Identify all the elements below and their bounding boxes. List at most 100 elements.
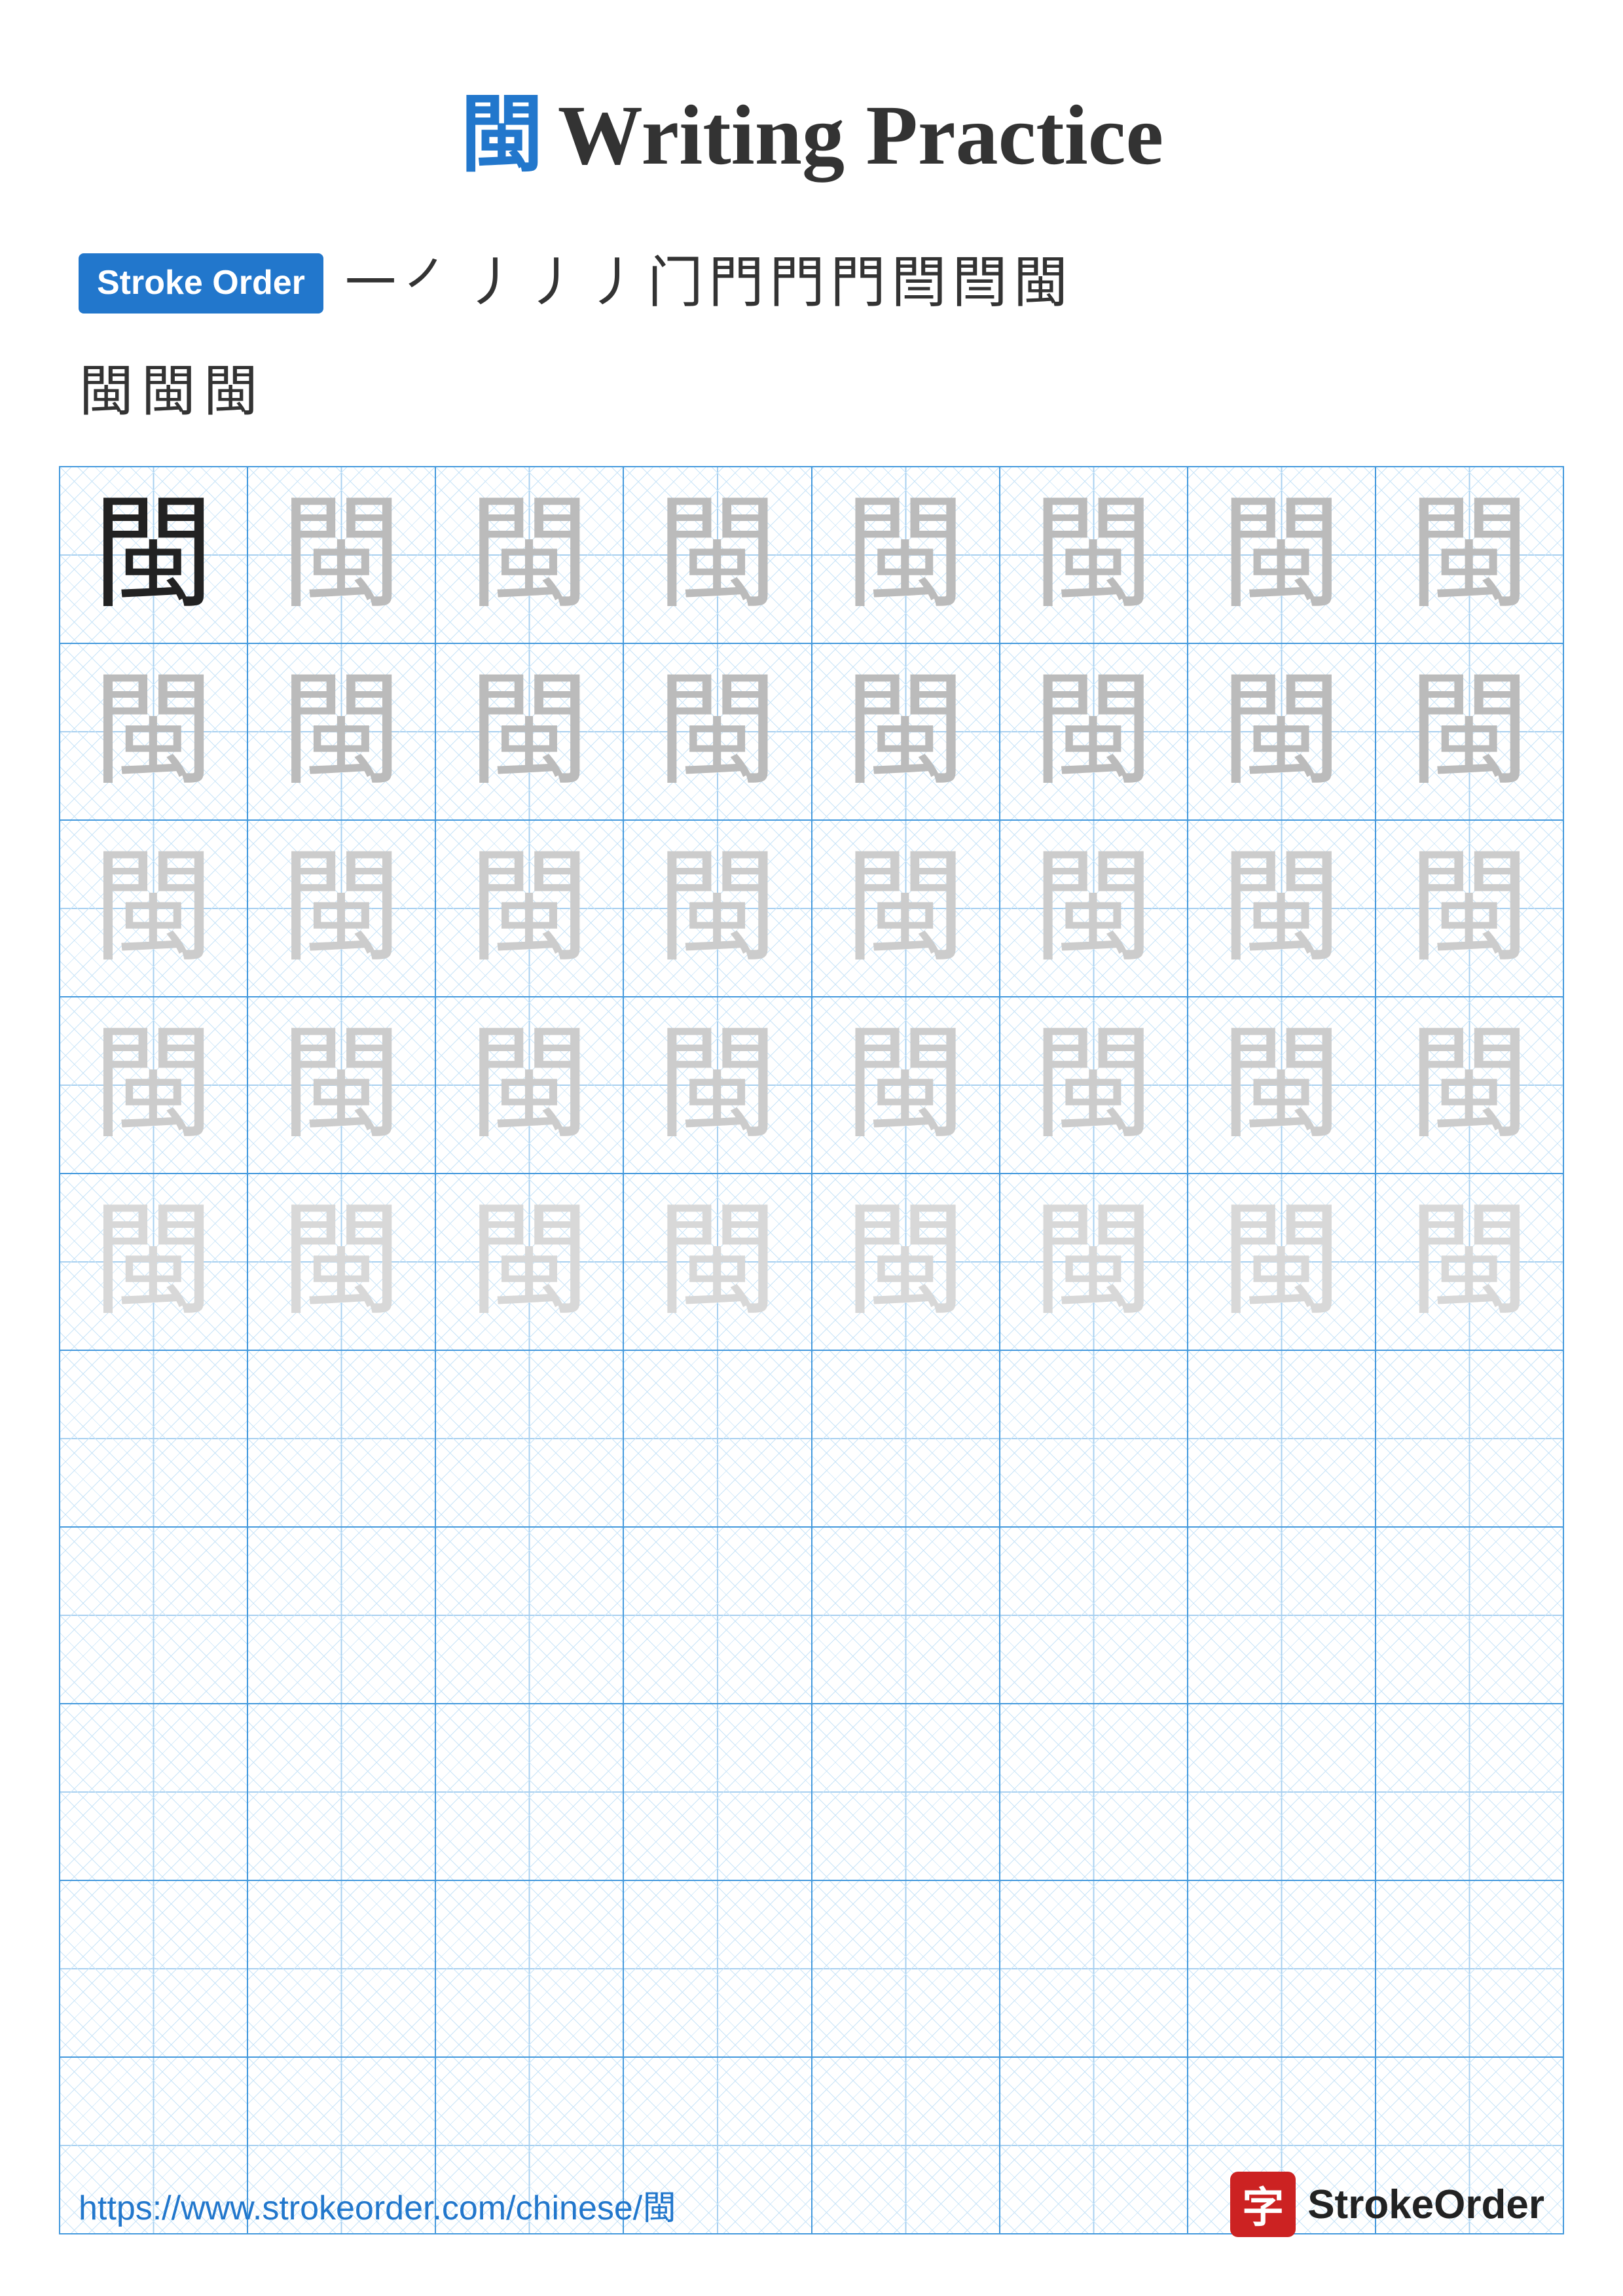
grid-cell[interactable]: 閩: [1188, 643, 1376, 820]
grid-cell[interactable]: 閩: [1188, 820, 1376, 997]
practice-char: 閩: [60, 1174, 247, 1350]
footer-url[interactable]: https://www.strokeorder.com/chinese/閩: [79, 2180, 676, 2229]
grid-cell[interactable]: [247, 1880, 435, 2057]
practice-grid-container: 閩 閩 閩 閩 閩 閩 閩 閩 閩: [0, 466, 1623, 2234]
grid-cell[interactable]: 閩: [1000, 467, 1188, 643]
grid-cell[interactable]: 閩: [1188, 467, 1376, 643]
grid-cell[interactable]: 閩: [623, 997, 811, 1174]
table-row: [60, 1704, 1563, 1880]
practice-char: 閩: [436, 1174, 623, 1350]
grid-cell[interactable]: [435, 1704, 623, 1880]
stroke-chars-row2: 閩 閩 閩: [0, 346, 1623, 453]
grid-cell[interactable]: [60, 1527, 247, 1704]
grid-cell[interactable]: [435, 1880, 623, 2057]
practice-char: 閩: [624, 821, 811, 996]
practice-char: 閩: [1188, 467, 1375, 643]
grid-cell[interactable]: 閩: [60, 1174, 247, 1350]
stroke-chars-row1: ㇐ ㇒ ㇓ ㇓ ㇓ 门 門 門 門 閆 閆 閩: [343, 247, 1068, 320]
grid-cell[interactable]: [60, 1880, 247, 2057]
grid-cell[interactable]: [1376, 1880, 1563, 2057]
footer-brand: 字 StrokeOrder: [1230, 2172, 1544, 2237]
grid-cell[interactable]: [623, 1527, 811, 1704]
table-row: 閩 閩 閩 閩 閩 閩 閩 閩: [60, 997, 1563, 1174]
practice-char: 閩: [60, 467, 247, 643]
grid-cell[interactable]: 閩: [812, 643, 1000, 820]
grid-cell[interactable]: 閩: [435, 467, 623, 643]
grid-cell[interactable]: [623, 1350, 811, 1527]
grid-cell[interactable]: 閩: [247, 997, 435, 1174]
grid-cell[interactable]: 閩: [247, 820, 435, 997]
grid-cell[interactable]: [60, 1704, 247, 1880]
grid-cell[interactable]: [812, 1880, 1000, 2057]
grid-cell[interactable]: 閩: [623, 820, 811, 997]
grid-cell[interactable]: [1188, 1527, 1376, 1704]
grid-cell[interactable]: [1000, 1527, 1188, 1704]
grid-cell[interactable]: 閩: [623, 643, 811, 820]
grid-cell[interactable]: 閩: [1000, 997, 1188, 1174]
grid-cell[interactable]: 閩: [1376, 467, 1563, 643]
grid-cell[interactable]: 閩: [812, 820, 1000, 997]
grid-cell[interactable]: [1188, 1350, 1376, 1527]
table-row: [60, 1527, 1563, 1704]
practice-char: 閩: [1000, 1174, 1187, 1350]
grid-cell[interactable]: 閩: [1000, 643, 1188, 820]
grid-cell[interactable]: 閩: [812, 467, 1000, 643]
grid-cell[interactable]: 閩: [1376, 1174, 1563, 1350]
practice-char: 閩: [248, 644, 435, 819]
grid-cell[interactable]: [1188, 1880, 1376, 2057]
practice-char: 閩: [624, 1174, 811, 1350]
grid-cell[interactable]: 閩: [1188, 1174, 1376, 1350]
title-text: Writing Practice: [558, 88, 1163, 183]
grid-cell[interactable]: [60, 1350, 247, 1527]
brand-name: StrokeOrder: [1307, 2181, 1544, 2228]
grid-cell[interactable]: 閩: [812, 997, 1000, 1174]
grid-cell[interactable]: 閩: [1376, 643, 1563, 820]
practice-char: 閩: [812, 644, 999, 819]
grid-cell[interactable]: 閩: [1000, 820, 1188, 997]
grid-cell[interactable]: [1000, 1704, 1188, 1880]
grid-cell[interactable]: 閩: [247, 643, 435, 820]
grid-cell[interactable]: [812, 1527, 1000, 1704]
stroke-order-section: Stroke Order ㇐ ㇒ ㇓ ㇓ ㇓ 门 門 門 門 閆 閆 閩: [0, 228, 1623, 346]
grid-cell[interactable]: [812, 1704, 1000, 1880]
grid-cell[interactable]: [623, 1880, 811, 2057]
grid-cell[interactable]: 閩: [623, 1174, 811, 1350]
grid-cell[interactable]: 閩: [247, 467, 435, 643]
grid-cell[interactable]: [1376, 1350, 1563, 1527]
grid-cell[interactable]: [247, 1527, 435, 1704]
grid-cell[interactable]: 閩: [435, 643, 623, 820]
practice-char: 閩: [1188, 821, 1375, 996]
grid-cell[interactable]: [1376, 1527, 1563, 1704]
grid-cell[interactable]: 閩: [60, 997, 247, 1174]
grid-cell[interactable]: [623, 1704, 811, 1880]
grid-cell[interactable]: [435, 1527, 623, 1704]
grid-cell[interactable]: 閩: [60, 467, 247, 643]
grid-cell[interactable]: [435, 1350, 623, 1527]
grid-cell[interactable]: 閩: [435, 820, 623, 997]
practice-char: 閩: [1376, 821, 1563, 996]
grid-cell[interactable]: [1376, 1704, 1563, 1880]
practice-char: 閩: [1000, 467, 1187, 643]
practice-char: 閩: [624, 997, 811, 1173]
grid-cell[interactable]: 閩: [60, 643, 247, 820]
grid-cell[interactable]: 閩: [1188, 997, 1376, 1174]
grid-cell[interactable]: [1188, 1704, 1376, 1880]
practice-char: 閩: [436, 821, 623, 996]
grid-cell[interactable]: [1000, 1350, 1188, 1527]
practice-char: 閩: [812, 821, 999, 996]
brand-icon: 字: [1230, 2172, 1296, 2237]
grid-cell[interactable]: 閩: [247, 1174, 435, 1350]
grid-cell[interactable]: 閩: [812, 1174, 1000, 1350]
grid-cell[interactable]: 閩: [1376, 997, 1563, 1174]
grid-cell[interactable]: 閩: [623, 467, 811, 643]
grid-cell[interactable]: 閩: [435, 997, 623, 1174]
grid-cell[interactable]: [247, 1350, 435, 1527]
grid-cell[interactable]: 閩: [435, 1174, 623, 1350]
grid-cell[interactable]: 閩: [1376, 820, 1563, 997]
grid-cell[interactable]: 閩: [60, 820, 247, 997]
grid-cell[interactable]: [247, 1704, 435, 1880]
grid-cell[interactable]: [1000, 1880, 1188, 2057]
grid-cell[interactable]: 閩: [1000, 1174, 1188, 1350]
practice-char: 閩: [436, 644, 623, 819]
grid-cell[interactable]: [812, 1350, 1000, 1527]
